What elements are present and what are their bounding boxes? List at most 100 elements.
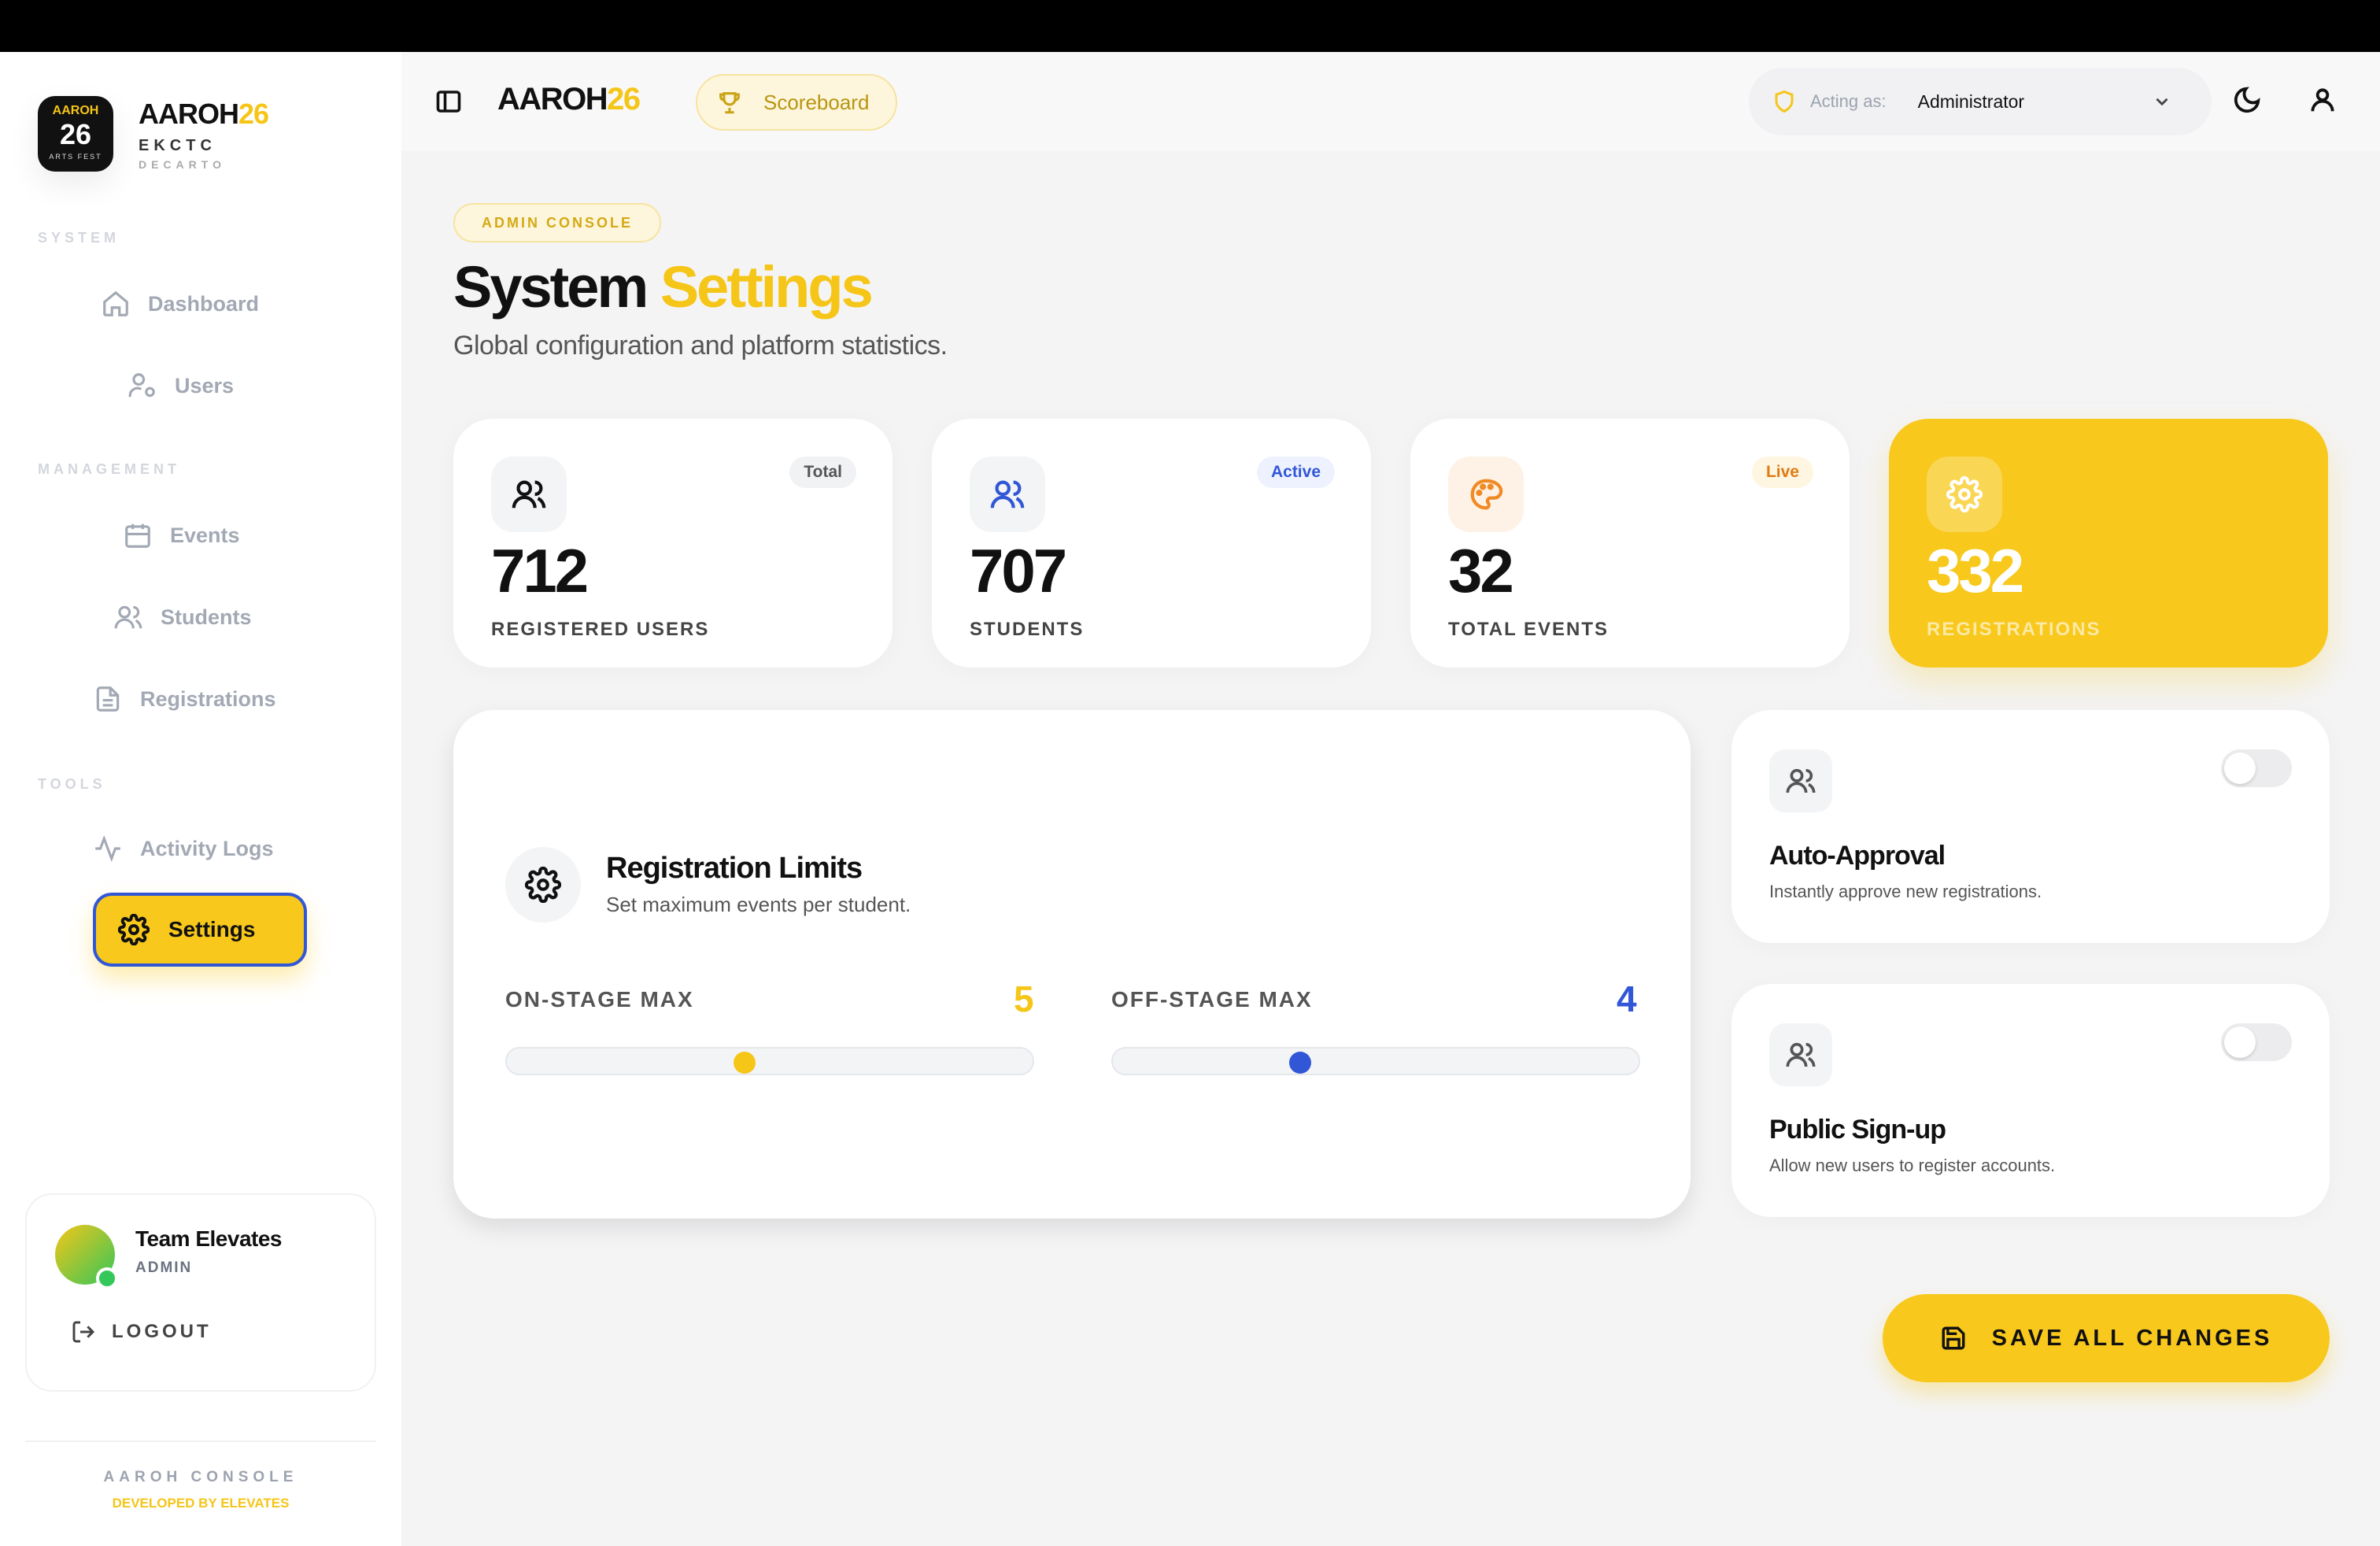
- page-title-b: Settings: [660, 254, 874, 320]
- activity-icon: [95, 834, 120, 863]
- sidebar-item-label: Registrations: [140, 686, 276, 711]
- user-name: Team Elevates: [135, 1226, 283, 1251]
- on-stage-value: 5: [1014, 978, 1034, 1019]
- limits-icon: [505, 847, 581, 923]
- limits-title: Registration Limits: [606, 852, 863, 885]
- users-icon: [1786, 1042, 1816, 1067]
- brand-name-num: 26: [238, 97, 269, 130]
- auto-approval-toggle[interactable]: [2221, 749, 2292, 787]
- stat-label: REGISTRATIONS: [1927, 619, 2101, 640]
- footer-credit: DEVELOPED BY ELEVATES: [112, 1496, 290, 1511]
- stat-card-total-events: Live 32 TOTAL EVENTS: [1410, 419, 1850, 668]
- users-icon: [1786, 768, 1816, 793]
- public-signup-toggle[interactable]: [2221, 1023, 2292, 1061]
- acting-as-label: Acting as:: [1810, 91, 1887, 111]
- gear-icon: [525, 867, 561, 903]
- acting-as-value: Administrator: [1917, 91, 2025, 112]
- off-stage-slider[interactable]: [1111, 1047, 1640, 1075]
- header: AAROH26 Scoreboard Acting as: Administra…: [401, 52, 2380, 151]
- sidebar-item-label: Settings: [168, 917, 256, 941]
- off-stage-value: 4: [1617, 978, 1637, 1019]
- auto-approval-card: Auto-Approval Instantly approve new regi…: [1731, 710, 2330, 943]
- brand[interactable]: AAROH 26 ARTS FEST AAROH26 EKCTC DECARTO: [38, 96, 269, 172]
- save-label: SAVE ALL CHANGES: [1991, 1325, 2273, 1351]
- brand-sub2: DECARTO: [139, 157, 226, 171]
- stat-card-registered-users: Total 712 REGISTERED USERS: [453, 419, 893, 668]
- logout-icon: [72, 1321, 95, 1343]
- section-label-system: SYSTEM: [38, 230, 120, 246]
- chevron-down-icon: [2156, 98, 2168, 106]
- stat-icon: [1927, 457, 2002, 532]
- header-brand-num: 26: [607, 82, 641, 117]
- logo-top-text: AAROH: [52, 104, 99, 117]
- toggle-desc: Instantly approve new registrations.: [1769, 882, 2042, 901]
- toggle-card-icon: [1769, 749, 1832, 812]
- off-stage-slider-thumb[interactable]: [1289, 1052, 1311, 1074]
- toggle-title: Auto-Approval: [1769, 841, 1946, 871]
- save-all-changes-button[interactable]: SAVE ALL CHANGES: [1883, 1294, 2330, 1382]
- admin-console-badge: ADMIN CONSOLE: [453, 203, 661, 242]
- sidebar-item-label: Activity Logs: [140, 836, 274, 860]
- shield-icon: [1775, 90, 1794, 113]
- stat-tag: Total: [789, 457, 856, 488]
- brand-title: AAROH26: [139, 97, 269, 131]
- sidebar-item-events[interactable]: Events: [123, 513, 240, 557]
- logout-label: LOGOUT: [112, 1321, 212, 1342]
- sidebar-item-dashboard[interactable]: Dashboard: [101, 282, 259, 326]
- sidebar-toggle-icon[interactable]: [434, 87, 463, 116]
- toggle-card-icon: [1769, 1023, 1832, 1086]
- scoreboard-button[interactable]: Scoreboard: [696, 74, 897, 131]
- off-stage-label: OFF-STAGE MAX: [1111, 987, 1313, 1012]
- scoreboard-label: Scoreboard: [763, 90, 870, 114]
- moon-icon[interactable]: [2232, 85, 2262, 115]
- sidebar-item-label: Events: [170, 523, 240, 547]
- header-brand: AAROH26: [497, 82, 641, 117]
- stat-value: 707: [970, 536, 1067, 605]
- logout-button[interactable]: LOGOUT: [71, 1319, 212, 1344]
- brand-logo: AAROH 26 ARTS FEST: [38, 96, 113, 172]
- gear-icon: [118, 914, 150, 945]
- stat-tag: Live: [1751, 457, 1813, 488]
- window-top-bar: [0, 0, 2380, 52]
- public-signup-card: Public Sign-up Allow new users to regist…: [1731, 984, 2330, 1217]
- logo-bottom-text: ARTS FEST: [49, 153, 102, 161]
- stat-value: 712: [491, 536, 589, 605]
- user-card: Team Elevates ADMIN LOGOUT: [25, 1193, 376, 1392]
- save-icon: [1942, 1326, 1965, 1350]
- sidebar-item-activity-logs[interactable]: Activity Logs: [93, 827, 274, 871]
- toggle-knob: [2224, 753, 2256, 784]
- acting-as-select[interactable]: Acting as: Administrator: [1749, 68, 2212, 135]
- stat-tag: Active: [1256, 457, 1335, 488]
- stat-label: REGISTERED USERS: [491, 619, 710, 640]
- sidebar-item-label: Dashboard: [148, 291, 260, 316]
- brand-sub1: EKCTC: [139, 136, 216, 154]
- page-title: System Settings: [453, 253, 874, 320]
- sidebar-item-settings[interactable]: Settings: [93, 893, 307, 967]
- user-role: ADMIN: [135, 1259, 193, 1276]
- on-stage-slider-thumb[interactable]: [734, 1052, 756, 1074]
- stat-icon: [1448, 457, 1524, 532]
- online-status-dot: [96, 1267, 118, 1289]
- toggle-desc: Allow new users to register accounts.: [1769, 1156, 2056, 1175]
- toggle-title: Public Sign-up: [1769, 1115, 1946, 1145]
- registration-limits-card: Registration Limits Set maximum events p…: [453, 710, 1691, 1219]
- stat-card-students: Active 707 STUDENTS: [932, 419, 1371, 668]
- on-stage-slider[interactable]: [505, 1047, 1034, 1075]
- calendar-icon: [125, 523, 150, 548]
- main-content: AAROH26 Scoreboard Acting as: Administra…: [401, 52, 2380, 1546]
- users-icon: [512, 480, 546, 509]
- footer-title: AAROH CONSOLE: [103, 1469, 298, 1485]
- logo-number: 26: [59, 118, 92, 150]
- user-icon[interactable]: [2308, 85, 2338, 115]
- stat-value: 32: [1448, 536, 1514, 605]
- stat-card-registrations: 332 REGISTRATIONS: [1889, 419, 2328, 668]
- sidebar: AAROH 26 ARTS FEST AAROH26 EKCTC DECARTO…: [0, 52, 401, 1546]
- sidebar-item-students[interactable]: Students: [113, 595, 252, 639]
- sidebar-item-label: Users: [175, 373, 235, 398]
- users-icon: [990, 480, 1025, 509]
- gear-icon: [1946, 476, 1983, 512]
- sidebar-item-registrations[interactable]: Registrations: [93, 677, 276, 721]
- avatar[interactable]: [55, 1225, 118, 1289]
- stat-value: 332: [1927, 536, 2024, 605]
- sidebar-item-users[interactable]: Users: [128, 364, 234, 408]
